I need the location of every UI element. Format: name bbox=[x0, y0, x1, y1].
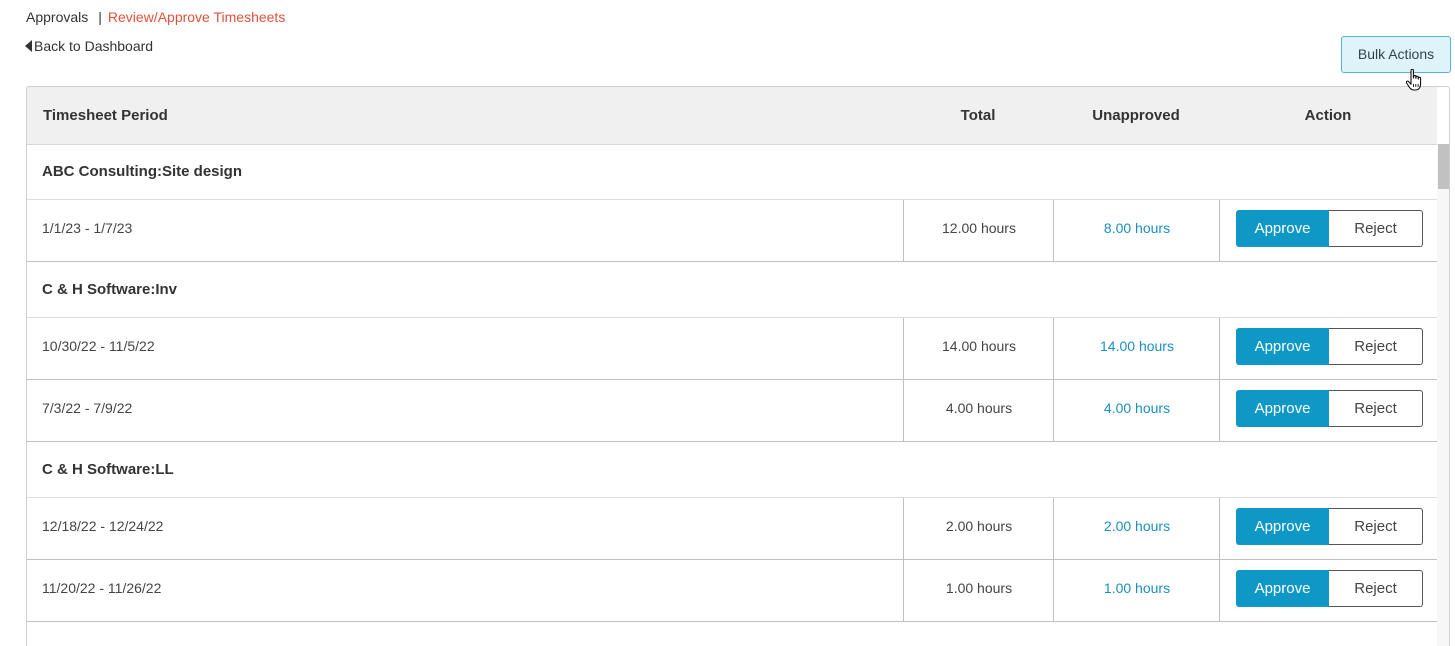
unapproved-link[interactable]: 14.00 hours bbox=[1053, 318, 1220, 379]
table-scrollbar[interactable] bbox=[1437, 144, 1449, 646]
approve-button[interactable]: Approve bbox=[1236, 570, 1329, 607]
breadcrumb-separator: | bbox=[98, 9, 102, 25]
total-cell: 14.00 hours bbox=[903, 318, 1054, 379]
approve-reject-group: Approve Reject bbox=[1236, 390, 1423, 427]
total-cell: 12.00 hours bbox=[903, 200, 1054, 261]
action-cell: Approve Reject bbox=[1219, 318, 1438, 379]
breadcrumb: Approvals | Review/Approve Timesheets bbox=[26, 9, 285, 25]
period-cell: 12/18/22 - 12/24/22 bbox=[42, 518, 164, 534]
reject-button[interactable]: Reject bbox=[1329, 570, 1423, 607]
header-action: Action bbox=[1304, 107, 1352, 124]
action-cell: Approve Reject bbox=[1219, 380, 1438, 441]
reject-button[interactable]: Reject bbox=[1329, 508, 1423, 545]
period-cell: 11/20/22 - 11/26/22 bbox=[42, 580, 162, 596]
table-header: Timesheet Period Total Unapproved Action bbox=[27, 87, 1437, 145]
group-header: C & H Software:Inv bbox=[27, 262, 1437, 318]
approve-button[interactable]: Approve bbox=[1236, 328, 1329, 365]
timesheet-table: Timesheet Period Total Unapproved Action… bbox=[26, 86, 1450, 646]
header-total: Total bbox=[960, 107, 996, 124]
hand-pointer-icon bbox=[1405, 69, 1422, 91]
reject-button[interactable]: Reject bbox=[1329, 210, 1423, 247]
approve-reject-group: Approve Reject bbox=[1236, 328, 1423, 365]
header-timesheet-period: Timesheet Period bbox=[43, 107, 168, 124]
total-cell: 2.00 hours bbox=[903, 498, 1054, 559]
table-row: 10/30/22 - 11/5/22 14.00 hours 14.00 hou… bbox=[27, 318, 1437, 380]
reject-button[interactable]: Reject bbox=[1329, 390, 1423, 427]
approve-reject-group: Approve Reject bbox=[1236, 508, 1423, 545]
scrollbar-thumb[interactable] bbox=[1438, 144, 1449, 189]
period-cell: 7/3/22 - 7/9/22 bbox=[42, 400, 133, 416]
approve-button[interactable]: Approve bbox=[1236, 210, 1329, 247]
table-row: 11/20/22 - 11/26/22 1.00 hours 1.00 hour… bbox=[27, 560, 1437, 622]
header-unapproved: Unapproved bbox=[1092, 107, 1180, 124]
table-row: 1/1/23 - 1/7/23 12.00 hours 8.00 hours A… bbox=[27, 200, 1437, 262]
approve-reject-group: Approve Reject bbox=[1236, 570, 1423, 607]
table-body: ABC Consulting:Site design 1/1/23 - 1/7/… bbox=[27, 144, 1437, 622]
period-cell: 1/1/23 - 1/7/23 bbox=[42, 220, 133, 236]
table-row: 7/3/22 - 7/9/22 4.00 hours 4.00 hours Ap… bbox=[27, 380, 1437, 442]
approve-reject-group: Approve Reject bbox=[1236, 210, 1423, 247]
table-row: 12/18/22 - 12/24/22 2.00 hours 2.00 hour… bbox=[27, 498, 1437, 560]
period-cell: 10/30/22 - 11/5/22 bbox=[42, 338, 155, 354]
bulk-actions-button[interactable]: Bulk Actions bbox=[1341, 36, 1451, 73]
unapproved-link[interactable]: 2.00 hours bbox=[1053, 498, 1220, 559]
unapproved-link[interactable]: 4.00 hours bbox=[1053, 380, 1220, 441]
reject-button[interactable]: Reject bbox=[1329, 328, 1423, 365]
total-cell: 1.00 hours bbox=[903, 560, 1054, 621]
approve-button[interactable]: Approve bbox=[1236, 390, 1329, 427]
back-to-dashboard-link[interactable]: Back to Dashboard bbox=[25, 38, 153, 54]
breadcrumb-approvals[interactable]: Approvals bbox=[26, 9, 88, 25]
unapproved-link[interactable]: 1.00 hours bbox=[1053, 560, 1220, 621]
action-cell: Approve Reject bbox=[1219, 498, 1438, 559]
total-cell: 4.00 hours bbox=[903, 380, 1054, 441]
approve-button[interactable]: Approve bbox=[1236, 508, 1329, 545]
group-header: C & H Software:LL bbox=[27, 442, 1437, 498]
action-cell: Approve Reject bbox=[1219, 560, 1438, 621]
action-cell: Approve Reject bbox=[1219, 200, 1438, 261]
back-link-label: Back to Dashboard bbox=[34, 38, 154, 54]
group-header: ABC Consulting:Site design bbox=[27, 144, 1437, 200]
unapproved-link[interactable]: 8.00 hours bbox=[1053, 200, 1220, 261]
breadcrumb-current: Review/Approve Timesheets bbox=[107, 9, 286, 25]
caret-left-icon bbox=[25, 40, 32, 52]
